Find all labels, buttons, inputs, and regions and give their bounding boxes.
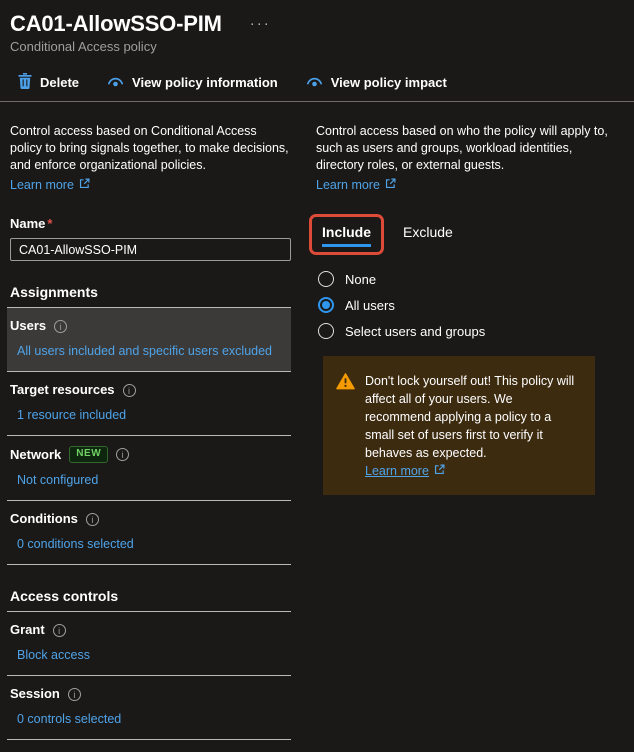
conditions-item[interactable]: Conditions i 0 conditions selected: [7, 501, 291, 564]
radio-label: All users: [345, 298, 395, 313]
users-item[interactable]: Users i All users included and specific …: [7, 308, 291, 371]
right-learn-more-link[interactable]: Learn more: [316, 178, 396, 192]
radio-all-users[interactable]: All users: [316, 292, 608, 318]
target-resources-value-link[interactable]: 1 resource included: [17, 407, 126, 423]
toolbar-label: Delete: [40, 75, 79, 90]
content-columns: Control access based on Conditional Acce…: [0, 123, 634, 740]
grant-item[interactable]: Grant i Block access: [7, 612, 291, 675]
toolbar-label: View policy impact: [331, 75, 447, 90]
learn-more-label: Learn more: [316, 178, 380, 192]
trash-icon: [18, 73, 32, 92]
view-eye-icon: [306, 75, 323, 91]
toolbar-label: View policy information: [132, 75, 278, 90]
external-link-icon: [434, 462, 445, 480]
delete-button[interactable]: Delete: [18, 73, 79, 92]
left-learn-more-link[interactable]: Learn more: [10, 178, 90, 192]
item-divider: [7, 564, 291, 565]
include-radio-group: None All users Select users and groups: [316, 266, 608, 344]
page-title: CA01-AllowSSO-PIM: [10, 12, 222, 36]
view-eye-icon: [107, 75, 124, 91]
page-header: CA01-AllowSSO-PIM ··· Conditional Access…: [0, 0, 634, 101]
required-asterisk: *: [47, 216, 52, 231]
right-description: Control access based on who the policy w…: [316, 123, 608, 174]
item-label: Target resources: [10, 382, 115, 398]
warning-message: Don't lock yourself out! This policy wil…: [365, 374, 574, 460]
info-icon[interactable]: i: [123, 384, 136, 397]
assignments-heading: Assignments: [10, 284, 291, 300]
warning-text: Don't lock yourself out! This policy wil…: [365, 372, 581, 480]
external-link-icon: [79, 178, 90, 192]
users-value-link[interactable]: All users included and specific users ex…: [17, 343, 272, 359]
include-exclude-tabs: Include Exclude: [316, 214, 608, 255]
click-annotation-box: Include: [309, 214, 384, 255]
header-divider: [0, 101, 634, 102]
access-controls-heading: Access controls: [10, 588, 291, 604]
info-icon[interactable]: i: [54, 320, 67, 333]
tab-exclude[interactable]: Exclude: [403, 224, 453, 244]
radio-icon[interactable]: [318, 297, 334, 313]
info-icon[interactable]: i: [68, 688, 81, 701]
radio-label: None: [345, 272, 376, 287]
session-item[interactable]: Session i 0 controls selected: [7, 676, 291, 739]
name-field-label: Name*: [10, 216, 291, 231]
item-label: Users: [10, 318, 46, 334]
conditional-access-policy-page: CA01-AllowSSO-PIM ··· Conditional Access…: [0, 0, 634, 752]
item-label: Grant: [10, 622, 45, 638]
policy-settings-column: Control access based on Conditional Acce…: [10, 123, 291, 740]
page-subtitle: Conditional Access policy: [10, 39, 624, 54]
radio-label: Select users and groups: [345, 324, 485, 339]
command-bar: Delete View policy information View poli…: [10, 69, 624, 101]
warning-learn-more-link[interactable]: Learn more: [365, 462, 445, 480]
item-label: Conditions: [10, 511, 78, 527]
info-icon[interactable]: i: [53, 624, 66, 637]
view-policy-information-button[interactable]: View policy information: [107, 75, 278, 91]
info-icon[interactable]: i: [86, 513, 99, 526]
left-description: Control access based on Conditional Acce…: [10, 123, 291, 174]
new-badge: NEW: [69, 446, 108, 463]
title-row: CA01-AllowSSO-PIM ···: [10, 12, 624, 36]
external-link-icon: [385, 178, 396, 192]
view-policy-impact-button[interactable]: View policy impact: [306, 75, 447, 91]
radio-icon[interactable]: [318, 271, 334, 287]
info-icon[interactable]: i: [116, 448, 129, 461]
radio-none[interactable]: None: [316, 266, 608, 292]
learn-more-label: Learn more: [365, 462, 429, 480]
radio-icon[interactable]: [318, 323, 334, 339]
item-label: Session: [10, 686, 60, 702]
warning-triangle-icon: [336, 373, 355, 480]
conditions-value-link[interactable]: 0 conditions selected: [17, 536, 134, 552]
radio-select-users-and-groups[interactable]: Select users and groups: [316, 318, 608, 344]
item-divider: [7, 739, 291, 740]
users-assignment-column: Control access based on who the policy w…: [316, 123, 608, 740]
target-resources-item[interactable]: Target resources i 1 resource included: [7, 372, 291, 435]
tab-include[interactable]: Include: [322, 224, 371, 247]
learn-more-label: Learn more: [10, 178, 74, 192]
lockout-warning-banner: Don't lock yourself out! This policy wil…: [323, 356, 595, 495]
grant-value-link[interactable]: Block access: [17, 647, 90, 663]
policy-name-input[interactable]: [10, 238, 291, 261]
name-label-text: Name: [10, 216, 45, 231]
session-value-link[interactable]: 0 controls selected: [17, 711, 121, 727]
item-label: Network: [10, 447, 61, 463]
network-item[interactable]: Network NEW i Not configured: [7, 436, 291, 500]
network-value-link[interactable]: Not configured: [17, 472, 98, 488]
more-options-icon[interactable]: ···: [246, 13, 275, 34]
